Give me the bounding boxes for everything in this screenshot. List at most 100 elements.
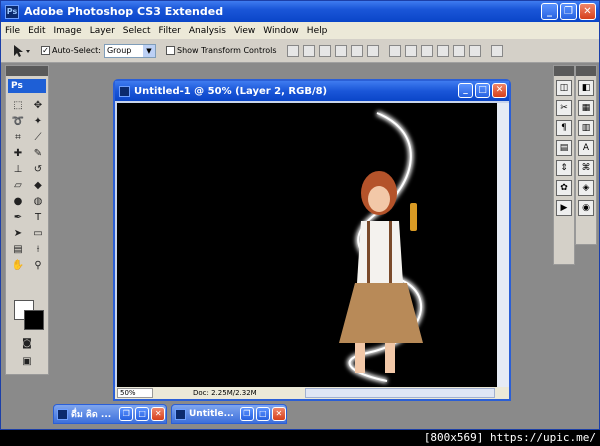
maximize-button[interactable]: □ bbox=[135, 407, 150, 421]
distribute-bottom-icon[interactable] bbox=[420, 44, 433, 57]
menu-analysis[interactable]: Analysis bbox=[185, 26, 230, 36]
image-canvas[interactable] bbox=[117, 103, 497, 389]
align-right-icon[interactable] bbox=[366, 44, 379, 57]
navigator-panel-icon[interactable]: ◫ bbox=[556, 80, 572, 96]
document-title-bar[interactable]: Untitled-1 @ 50% (Layer 2, RGB/8) _ □ ✕ bbox=[115, 81, 509, 101]
menu-bar: File Edit Image Layer Select Filter Anal… bbox=[1, 22, 599, 39]
toolbox-ps-logo: Ps bbox=[8, 79, 46, 93]
brushes-panel-icon[interactable]: ✿ bbox=[556, 180, 572, 196]
hand-tool-icon[interactable]: ✋ bbox=[9, 258, 27, 273]
distribute-right-icon[interactable] bbox=[468, 44, 481, 57]
panel-dock-right: ◧ ▦ ▥ A ⌘ ◈ ◉ bbox=[575, 65, 597, 245]
magic-wand-tool-icon[interactable]: ✦ bbox=[29, 114, 47, 129]
notes-tool-icon[interactable]: ▤ bbox=[9, 242, 27, 257]
restore-button[interactable]: ❐ bbox=[119, 407, 134, 421]
crop-tool-icon[interactable]: ⌗ bbox=[9, 130, 27, 145]
align-top-icon[interactable] bbox=[286, 44, 299, 57]
auto-select-checkbox[interactable]: ✓ bbox=[41, 46, 50, 55]
doc-maximize-button[interactable]: □ bbox=[475, 83, 490, 98]
eyedropper-tool-icon[interactable]: ⟊ bbox=[29, 242, 47, 257]
screen-mode-icon[interactable]: ▣ bbox=[18, 354, 36, 369]
menu-help[interactable]: Help bbox=[303, 26, 332, 36]
menu-filter[interactable]: Filter bbox=[155, 26, 185, 36]
history-panel-icon[interactable]: ▥ bbox=[578, 120, 594, 136]
brush-tool-icon[interactable]: ✎ bbox=[29, 146, 47, 161]
slice-tool-icon[interactable]: ⟋ bbox=[29, 130, 47, 145]
menu-select[interactable]: Select bbox=[119, 26, 155, 36]
menu-edit[interactable]: Edit bbox=[24, 26, 49, 36]
minimize-button[interactable]: _ bbox=[541, 3, 558, 20]
vertical-scrollbar[interactable] bbox=[497, 103, 509, 389]
document-icon bbox=[119, 85, 130, 97]
restore-button[interactable]: ❐ bbox=[239, 407, 254, 421]
menu-view[interactable]: View bbox=[230, 26, 259, 36]
auto-align-icon[interactable] bbox=[490, 44, 503, 57]
align-hcenter-icon[interactable] bbox=[350, 44, 363, 57]
history-brush-tool-icon[interactable]: ↺ bbox=[29, 162, 47, 177]
panel-dock-left: ◫ ✂ ¶ ▤ ⇕ ✿ ▶ bbox=[553, 65, 575, 265]
swatches-panel-icon[interactable]: ▦ bbox=[578, 100, 594, 116]
channels-panel-icon[interactable]: ◈ bbox=[578, 180, 594, 196]
clone-source-icon[interactable]: ⌘ bbox=[578, 160, 594, 176]
options-bar: ✓ Auto-Select: Group ▼ Show Transform Co… bbox=[1, 39, 599, 63]
distribute-hcenter-icon[interactable] bbox=[452, 44, 465, 57]
menu-image[interactable]: Image bbox=[50, 26, 86, 36]
zoom-field[interactable]: 50% bbox=[117, 388, 153, 398]
actions-panel-icon[interactable]: ▶ bbox=[556, 200, 572, 216]
auto-select-dropdown[interactable]: Group ▼ bbox=[103, 43, 156, 58]
restore-button[interactable]: ❐ bbox=[560, 3, 577, 20]
layers-panel-icon[interactable]: ◉ bbox=[578, 200, 594, 216]
horizontal-scrollbar[interactable] bbox=[305, 388, 495, 398]
title-bar[interactable]: Ps Adobe Photoshop CS3 Extended _ ❐ ✕ bbox=[1, 1, 599, 22]
maximize-button[interactable]: □ bbox=[255, 407, 270, 421]
align-bottom-icon[interactable] bbox=[318, 44, 331, 57]
quick-mask-icon[interactable]: ◙ bbox=[18, 336, 36, 351]
minimized-doc-1[interactable]: ดื่ม คิด ... ❐ □ ✕ bbox=[53, 404, 167, 424]
menu-layer[interactable]: Layer bbox=[86, 26, 119, 36]
zoom-tool-icon[interactable]: ⚲ bbox=[29, 258, 47, 273]
healing-brush-tool-icon[interactable]: ✚ bbox=[9, 146, 27, 161]
marquee-tool-icon[interactable]: ⬚ bbox=[9, 98, 27, 113]
paint-bucket-tool-icon[interactable]: ◆ bbox=[29, 178, 47, 193]
doc-close-button[interactable]: ✕ bbox=[492, 83, 507, 98]
type-tool-icon[interactable]: T bbox=[29, 210, 47, 225]
doc-size-info[interactable]: Doc: 2.25M/2.32M bbox=[193, 389, 257, 397]
path-selection-tool-icon[interactable]: ➤ bbox=[9, 226, 27, 241]
doc-minimize-button[interactable]: _ bbox=[458, 83, 473, 98]
tools-preset-icon[interactable]: ✂ bbox=[556, 100, 572, 116]
upic-watermark: [800x569] https://upic.me/ bbox=[423, 431, 596, 444]
move-tool-icon[interactable]: ✥ bbox=[29, 98, 47, 113]
close-button[interactable]: ✕ bbox=[151, 407, 166, 421]
dodge-tool-icon[interactable]: ◍ bbox=[29, 194, 47, 209]
align-left-icon[interactable] bbox=[334, 44, 347, 57]
menu-window[interactable]: Window bbox=[259, 26, 303, 36]
close-button[interactable]: ✕ bbox=[271, 407, 286, 421]
align-vcenter-icon[interactable] bbox=[302, 44, 315, 57]
shape-tool-icon[interactable]: ▭ bbox=[29, 226, 47, 241]
clone-stamp-tool-icon[interactable]: ⊥ bbox=[9, 162, 27, 177]
photoshop-window: Ps Adobe Photoshop CS3 Extended _ ❐ ✕ Fi… bbox=[0, 0, 600, 430]
distribute-top-icon[interactable] bbox=[388, 44, 401, 57]
eraser-tool-icon[interactable]: ▱ bbox=[9, 178, 27, 193]
artwork-image bbox=[339, 110, 424, 384]
distribute-left-icon[interactable] bbox=[436, 44, 449, 57]
paragraph-panel-icon[interactable]: ¶ bbox=[556, 120, 572, 136]
show-transform-checkbox[interactable] bbox=[165, 46, 175, 55]
close-button[interactable]: ✕ bbox=[579, 3, 596, 20]
panel-dock-header-2[interactable] bbox=[576, 66, 596, 76]
distribute-vcenter-icon[interactable] bbox=[404, 44, 417, 57]
character-panel-icon[interactable]: A bbox=[578, 140, 594, 156]
blur-tool-icon[interactable]: ● bbox=[9, 194, 27, 209]
info-panel-icon[interactable]: ▤ bbox=[556, 140, 572, 156]
pen-tool-icon[interactable]: ✒ bbox=[9, 210, 27, 225]
panel-dock-header[interactable] bbox=[554, 66, 574, 76]
layer-comps-icon[interactable]: ⇕ bbox=[556, 160, 572, 176]
lasso-tool-icon[interactable]: ➰ bbox=[9, 114, 27, 129]
menu-file[interactable]: File bbox=[1, 26, 24, 36]
toolbox-header[interactable] bbox=[6, 66, 48, 76]
color-panel-icon[interactable]: ◧ bbox=[578, 80, 594, 96]
move-tool-preset-icon[interactable] bbox=[11, 43, 33, 59]
document-window: Untitled-1 @ 50% (Layer 2, RGB/8) _ □ ✕ bbox=[113, 79, 511, 401]
background-color-swatch[interactable] bbox=[24, 310, 44, 330]
minimized-doc-2[interactable]: Untitle... ❐ □ ✕ bbox=[171, 404, 287, 424]
